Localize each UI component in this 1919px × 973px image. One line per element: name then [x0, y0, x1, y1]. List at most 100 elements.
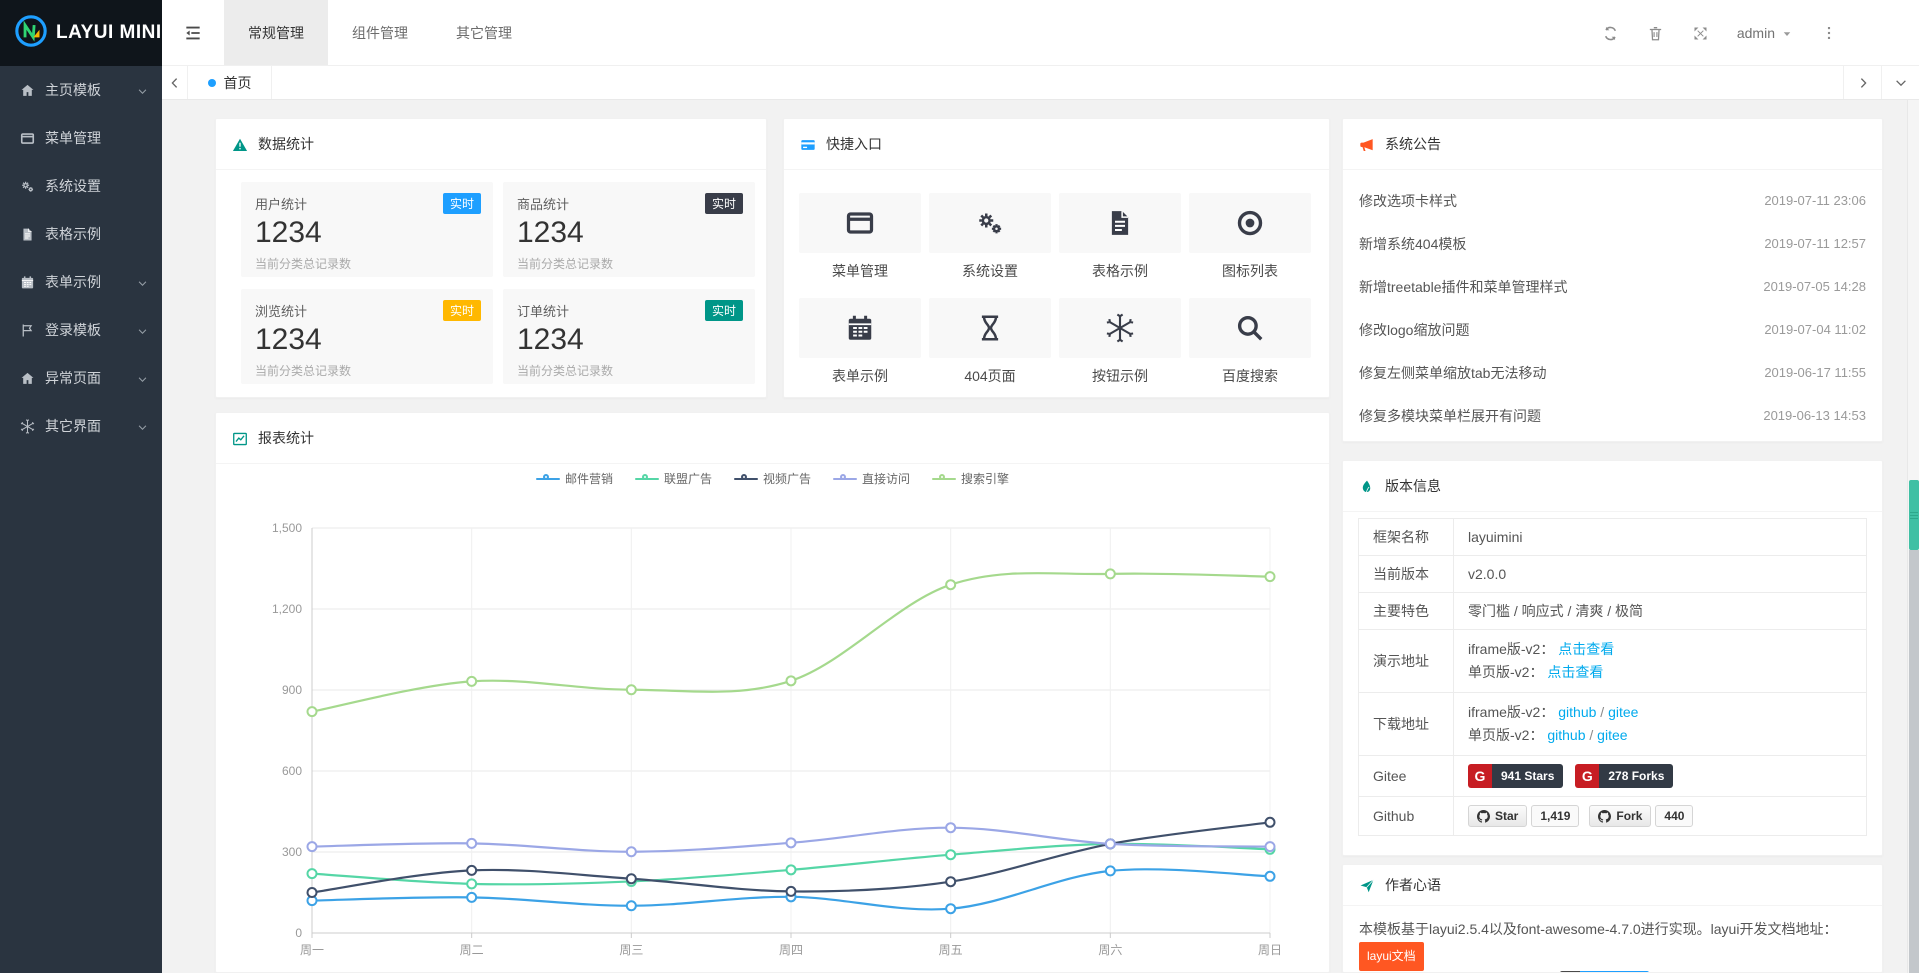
- stat-value: 1234: [255, 323, 479, 357]
- header-tab-1[interactable]: 常规管理: [224, 0, 328, 65]
- version-row-4: 演示地址iframe版-v2： 点击查看单页版-v2： 点击查看: [1359, 630, 1867, 693]
- stat-value: 1234: [517, 323, 741, 357]
- version-row-5: 下载地址iframe版-v2： github / gitee单页版-v2： gi…: [1359, 693, 1867, 756]
- collapse-menu-icon[interactable]: [162, 0, 224, 65]
- sidebar-item-6[interactable]: 登录模板: [0, 306, 162, 354]
- file-icon: [18, 226, 36, 243]
- window-icon: [18, 130, 36, 147]
- quick-item-label: 按钮示例: [1059, 366, 1181, 386]
- sidebar-item-8[interactable]: 其它界面: [0, 402, 162, 450]
- tab-dot: [208, 79, 216, 87]
- notice-text: 新增treetable插件和菜单管理样式: [1359, 277, 1567, 297]
- notice-date: 2019-07-05 14:28: [1763, 279, 1866, 294]
- quick-item-按钮示例[interactable]: 按钮示例: [1059, 298, 1181, 386]
- quick-item-表格示例[interactable]: 表格示例: [1059, 193, 1181, 281]
- notice-date: 2019-07-04 11:02: [1764, 322, 1866, 337]
- caret-down-icon: [1781, 25, 1793, 41]
- version-value: 零门槛 / 响应式 / 清爽 / 极简: [1468, 603, 1643, 619]
- quick-item-百度搜索[interactable]: 百度搜索: [1189, 298, 1311, 386]
- version-row-3: 主要特色零门槛 / 响应式 / 清爽 / 极简: [1359, 593, 1867, 630]
- version-row-1: 框架名称layuimini: [1359, 519, 1867, 556]
- refresh-icon[interactable]: [1602, 25, 1619, 42]
- link-点击查看[interactable]: 点击查看: [1558, 641, 1614, 657]
- panel-title: 版本信息: [1385, 476, 1441, 496]
- chevron-down-icon: [137, 322, 148, 338]
- link-gitee[interactable]: gitee: [1608, 704, 1638, 720]
- quick-item-表单示例[interactable]: 表单示例: [799, 298, 921, 386]
- version-row-2: 当前版本v2.0.0: [1359, 556, 1867, 593]
- svg-text:900: 900: [282, 683, 302, 697]
- gitee-badge[interactable]: G941 Stars: [1468, 764, 1563, 788]
- more-vertical-icon[interactable]: [1821, 25, 1837, 41]
- version-value: v2.0.0: [1468, 566, 1506, 582]
- tab-scroll-right-icon[interactable]: [1843, 66, 1881, 99]
- scrollbar-thumb-lower[interactable]: [1909, 550, 1919, 973]
- github-fork-badge[interactable]: Fork440: [1589, 805, 1693, 827]
- quick-item-菜单管理[interactable]: 菜单管理: [799, 193, 921, 281]
- sidebar-item-4[interactable]: 表格示例: [0, 210, 162, 258]
- svg-text:1,200: 1,200: [272, 602, 302, 616]
- paper-plane-icon: [1359, 876, 1375, 893]
- chevron-down-icon: [137, 82, 148, 98]
- stat-badge: 实时: [443, 300, 481, 321]
- version-row-6: GiteeG941 StarsG278 Forks: [1359, 756, 1867, 797]
- link-gitee[interactable]: gitee: [1597, 727, 1627, 743]
- quick-item-label: 图标列表: [1189, 261, 1311, 281]
- leaf-icon: [1359, 477, 1375, 494]
- sidebar-item-1[interactable]: 主页模板: [0, 66, 162, 114]
- line-chart-icon: [232, 429, 248, 446]
- panel-title: 快捷入口: [826, 134, 882, 154]
- quick-item-系统设置[interactable]: 系统设置: [929, 193, 1051, 281]
- tab-home[interactable]: 首页: [188, 66, 272, 99]
- quick-item-label: 表单示例: [799, 366, 921, 386]
- link-github[interactable]: github: [1547, 727, 1585, 743]
- fullscreen-icon[interactable]: [1692, 25, 1709, 42]
- trash-icon[interactable]: [1647, 25, 1664, 42]
- chevron-down-icon: [137, 370, 148, 386]
- sidebar-item-2[interactable]: 菜单管理: [0, 114, 162, 162]
- notice-text: 修复多模块菜单栏展开有问题: [1359, 406, 1541, 426]
- user-name: admin: [1737, 25, 1775, 41]
- notice-item-3[interactable]: 新增treetable插件和菜单管理样式 2019-07-05 14:28: [1343, 265, 1882, 308]
- quick-item-图标列表[interactable]: 图标列表: [1189, 193, 1311, 281]
- panel-version-info: 版本信息 框架名称layuimini当前版本v2.0.0主要特色零门槛 / 响应…: [1342, 460, 1883, 856]
- sidebar-item-5[interactable]: 表单示例: [0, 258, 162, 306]
- sidebar-item-label: 异常页面: [45, 368, 101, 388]
- layui-doc-badge[interactable]: layui文档: [1359, 942, 1424, 971]
- tab-home-label: 首页: [224, 73, 252, 93]
- link-github[interactable]: github: [1558, 704, 1596, 720]
- sidebar-item-7[interactable]: 异常页面: [0, 354, 162, 402]
- user-menu[interactable]: admin: [1737, 25, 1793, 41]
- dot-circle-icon: [1235, 208, 1265, 238]
- notice-item-1[interactable]: 修改选项卡样式2019-07-11 23:06: [1343, 179, 1882, 222]
- notice-item-6[interactable]: 修复多模块菜单栏展开有问题2019-06-13 14:53: [1343, 394, 1882, 437]
- header-tab-3[interactable]: 其它管理: [432, 0, 536, 65]
- panel-title: 数据统计: [258, 134, 314, 154]
- github-star-badge[interactable]: Star1,419: [1468, 805, 1579, 827]
- notice-item-2[interactable]: 新增系统404模板2019-07-11 12:57: [1343, 222, 1882, 265]
- link-点击查看[interactable]: 点击查看: [1547, 664, 1603, 680]
- gitee-badge[interactable]: G278 Forks: [1575, 764, 1673, 788]
- page-tabbar: 首页: [162, 66, 1919, 100]
- version-label: Github: [1359, 797, 1454, 836]
- brand-title: LAYUI MINI: [56, 22, 162, 44]
- panel-author-words: 作者心语 本模板基于layui2.5.4以及font-awesome-4.7.0…: [1342, 864, 1883, 973]
- sidebar-item-label: 登录模板: [45, 320, 101, 340]
- sidebar: LAYUI MINI 主页模板菜单管理系统设置表格示例表单示例登录模板异常页面其…: [0, 0, 162, 973]
- header-tab-2[interactable]: 组件管理: [328, 0, 432, 65]
- notice-item-5[interactable]: 修复左侧菜单缩放tab无法移动2019-06-17 11:55: [1343, 351, 1882, 394]
- notice-item-4[interactable]: 修改logo缩放问题2019-07-04 11:02: [1343, 308, 1882, 351]
- notice-date: 2019-07-11 23:06: [1764, 193, 1866, 208]
- tab-operations-icon[interactable]: [1881, 66, 1919, 99]
- sidebar-item-3[interactable]: 系统设置: [0, 162, 162, 210]
- quick-item-label: 404页面: [929, 366, 1051, 386]
- svg-text:300: 300: [282, 845, 302, 859]
- scrollbar-thumb[interactable]: [1909, 480, 1919, 550]
- gitee-icon: G: [1468, 764, 1492, 788]
- tab-scroll-left-icon[interactable]: [162, 66, 188, 99]
- panel-report-stats: 报表统计 邮件营销联盟广告视频广告直接访问搜索引擎 03006009001,20…: [215, 412, 1330, 973]
- quick-item-404页面[interactable]: 404页面: [929, 298, 1051, 386]
- hourglass-icon: [975, 313, 1005, 343]
- warning-triangle-icon: [232, 135, 248, 152]
- stat-badge: 实时: [443, 193, 481, 214]
